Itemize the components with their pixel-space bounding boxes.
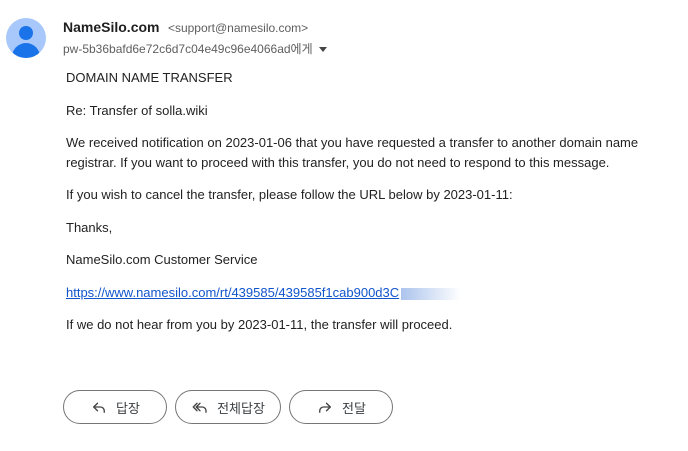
sender-avatar [6,18,46,58]
forward-button[interactable]: 전달 [289,390,393,424]
reply-all-label: 전체답장 [217,400,265,416]
reply-icon [93,402,105,413]
reply-label: 답장 [116,400,140,416]
message-thanks: Thanks, [66,220,113,235]
sender-line: NameSilo.com <support@namesilo.com> [63,19,308,37]
sender-email: <support@namesilo.com> [167,21,309,35]
message-link-line: https://www.namesilo.com/rt/439585/43958… [66,283,666,303]
message-signature: NameSilo.com Customer Service [66,252,258,267]
sender-name[interactable]: NameSilo.com [63,19,159,35]
redacted-fade [401,287,462,300]
reply-all-button[interactable]: 전체답장 [175,390,281,424]
recipient-text: pw-5b36bafd6e72c6d7c04e49c96e4066ad에게 [63,42,313,56]
message-paragraph-1: We received notification on 2023-01-06 t… [66,135,639,170]
message-subject-line: Re: Transfer of solla.wiki [66,103,208,118]
person-icon [19,26,33,40]
message-paragraph-2: If you wish to cancel the transfer, plea… [66,187,513,202]
recipient-line: pw-5b36bafd6e72c6d7c04e49c96e4066ad에게 [63,40,327,57]
transfer-cancel-link[interactable]: https://www.namesilo.com/rt/439585/43958… [66,285,399,300]
reply-all-icon [192,402,207,413]
forward-icon [319,402,331,413]
forward-label: 전달 [342,400,366,416]
message-closing: If we do not hear from you by 2023-01-11… [66,317,453,332]
reply-button[interactable]: 답장 [63,390,167,424]
chevron-down-icon[interactable] [318,46,327,52]
message-heading: DOMAIN NAME TRANSFER [66,70,233,85]
